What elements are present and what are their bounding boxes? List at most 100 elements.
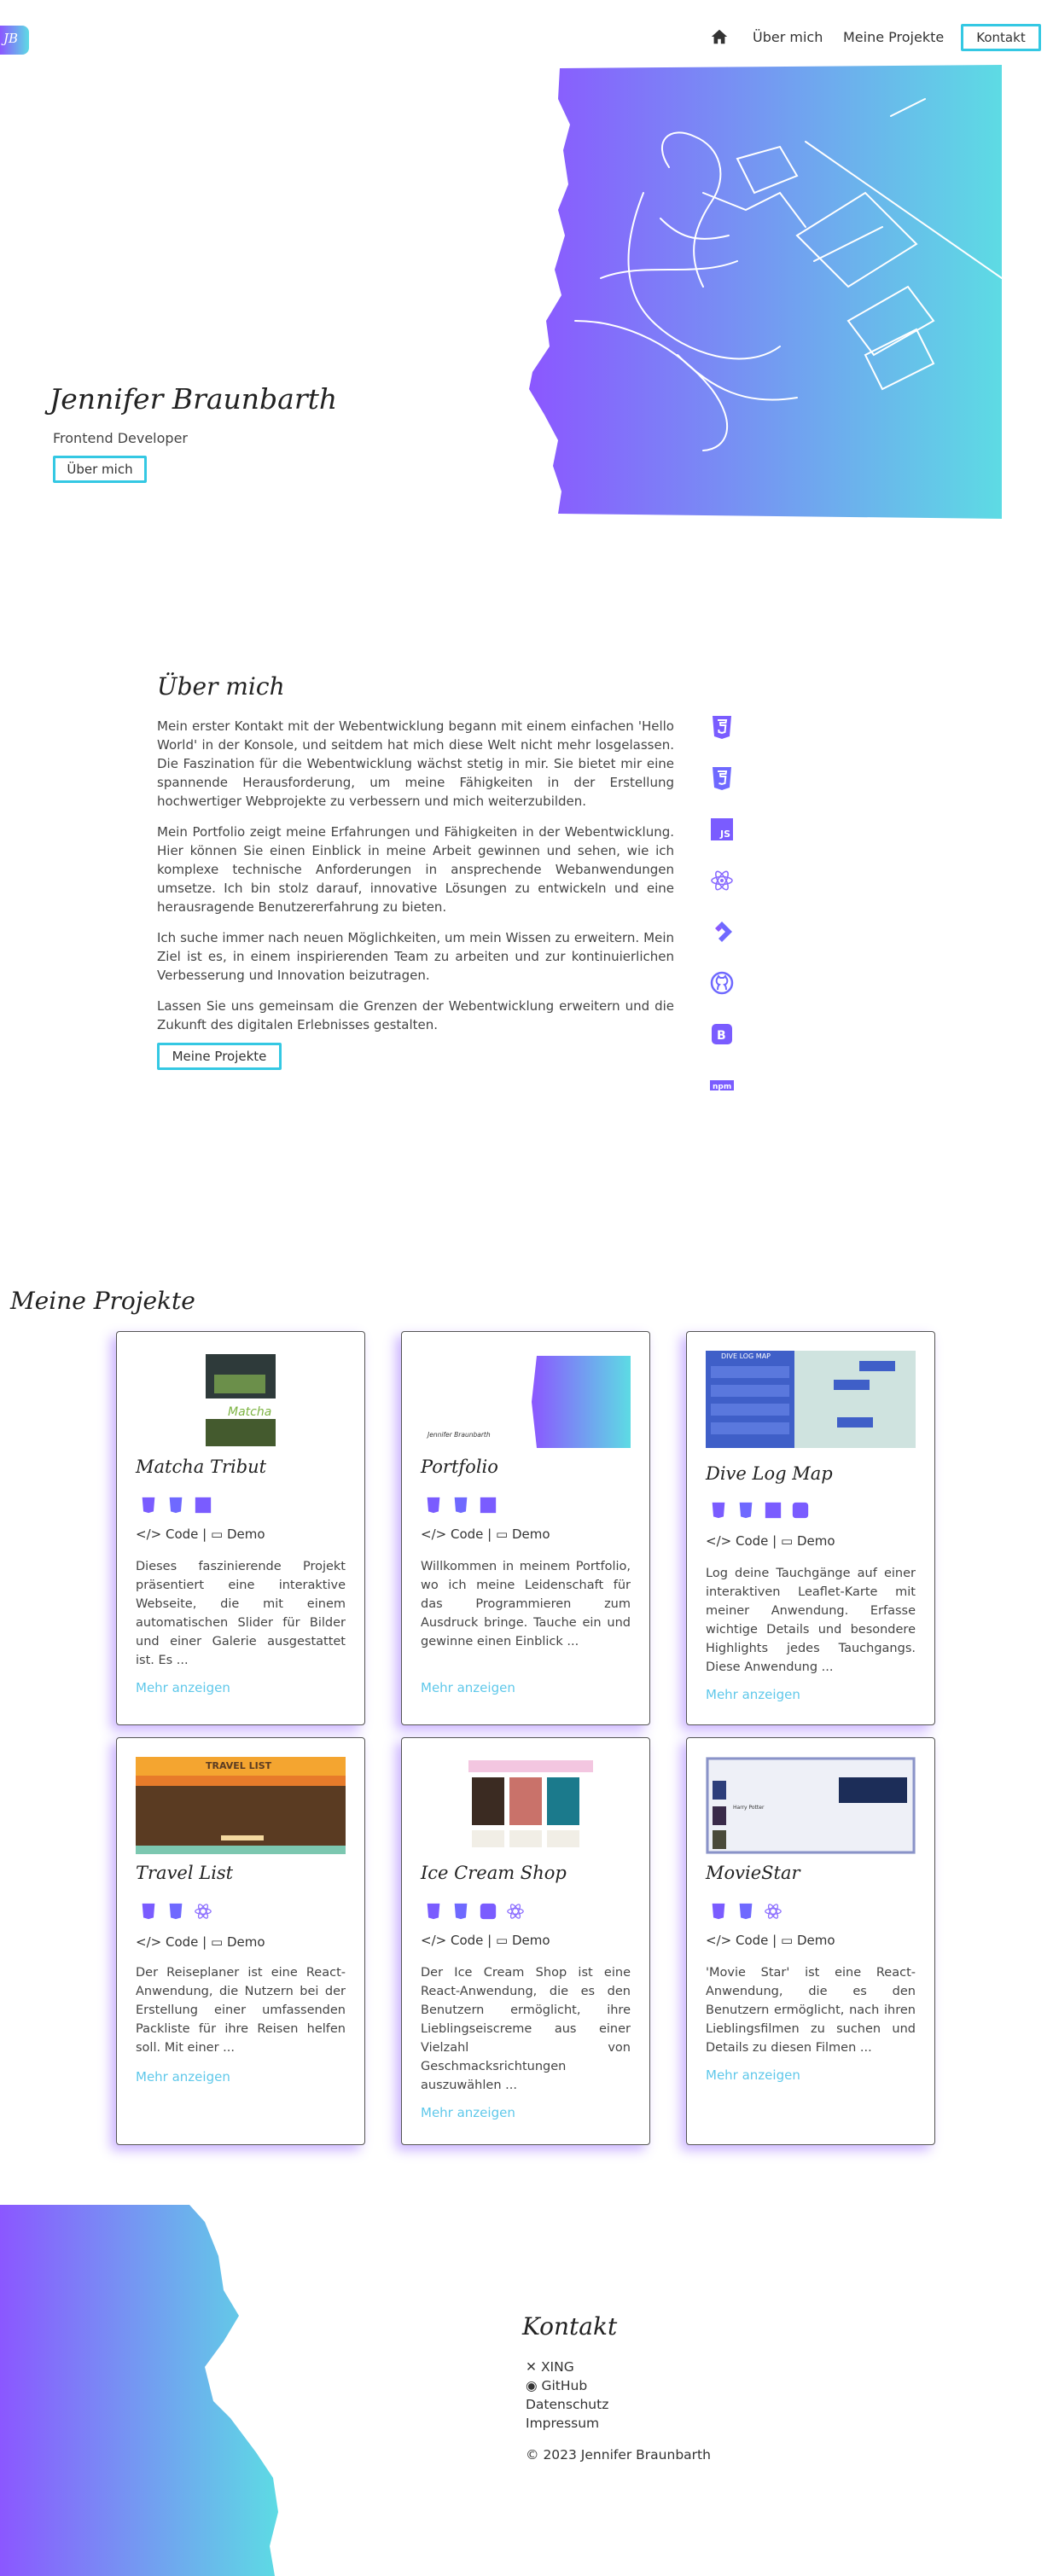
react-icon <box>506 1902 525 1921</box>
laptop-icon[interactable]: ▭ <box>781 1533 793 1549</box>
css3-icon <box>736 1902 755 1921</box>
demo-link[interactable]: Demo <box>512 1526 550 1542</box>
link-separator: | <box>772 1933 777 1948</box>
link-separator: | <box>487 1933 492 1948</box>
show-more-link[interactable]: Mehr anzeigen <box>421 1680 515 1695</box>
github-link[interactable]: ◉ GitHub <box>526 2378 587 2393</box>
show-more-link[interactable]: Mehr anzeigen <box>706 1687 800 1702</box>
project-screenshot-label: DIVE LOG MAP <box>721 1352 771 1360</box>
javascript-icon: JS <box>711 818 733 840</box>
code-icon[interactable]: </> <box>706 1533 731 1549</box>
html5-icon <box>709 1902 728 1921</box>
hero-about-button[interactable]: Über mich <box>53 456 147 483</box>
tech-icons <box>424 1902 525 1921</box>
show-more-link[interactable]: Mehr anzeigen <box>136 1680 230 1695</box>
jira-icon <box>715 922 732 942</box>
javascript-icon <box>764 1501 782 1520</box>
css3-icon <box>451 1496 470 1515</box>
css3-icon <box>451 1902 470 1921</box>
tech-icons <box>424 1496 497 1515</box>
project-screenshot[interactable] <box>136 1351 346 1448</box>
code-link[interactable]: Code <box>736 1933 768 1948</box>
xing-label[interactable]: XING <box>541 2359 574 2375</box>
show-more-link[interactable]: Mehr anzeigen <box>421 2105 515 2120</box>
code-link[interactable]: Code <box>451 1526 483 1542</box>
project-card-portfolio: Jennifer Braunbarth Portfolio </> Code |… <box>401 1331 650 1725</box>
laptop-icon[interactable]: ▭ <box>781 1933 793 1948</box>
nav-projects[interactable]: Meine Projekte <box>843 29 944 45</box>
project-screenshot-label: Matcha <box>228 1405 272 1419</box>
html5-icon <box>139 1902 158 1921</box>
demo-link[interactable]: Demo <box>797 1933 835 1948</box>
code-icon[interactable]: </> <box>421 1526 446 1542</box>
demo-link[interactable]: Demo <box>227 1526 265 1542</box>
project-title: MovieStar <box>706 1863 800 1883</box>
copyright: © 2023 Jennifer Braunbarth <box>526 2447 711 2463</box>
project-screenshot[interactable] <box>136 1757 346 1854</box>
about-paragraph-3: Ich suche immer nach neuen Möglichkeiten… <box>157 930 674 983</box>
code-link[interactable]: Code <box>166 1934 198 1950</box>
javascript-icon <box>194 1496 212 1515</box>
svg-text:B: B <box>717 1029 726 1043</box>
code-link[interactable]: Code <box>451 1933 483 1948</box>
github-label[interactable]: GitHub <box>541 2378 587 2393</box>
demo-link[interactable]: Demo <box>512 1933 550 1948</box>
link-separator: | <box>772 1533 777 1549</box>
imprint-link[interactable]: Impressum <box>526 2416 599 2431</box>
project-description: Der Reiseplaner ist eine React-Anwendung… <box>136 1966 346 2055</box>
project-description: Willkommen in meinem Portfolio, wo ich m… <box>421 1560 631 1649</box>
bootstrap-icon <box>791 1501 810 1520</box>
tech-icons <box>139 1496 212 1515</box>
laptop-icon[interactable]: ▭ <box>496 1933 508 1948</box>
project-card-matcha: Matcha Matcha Tribut </> Code | ▭ Demo D… <box>116 1331 365 1725</box>
html5-icon <box>709 1501 728 1520</box>
react-icon <box>764 1902 782 1921</box>
svg-text:npm: npm <box>713 1083 731 1091</box>
project-card-icecream: Ice Cream Shop </> Code | ▭ Demo Der Ice… <box>401 1737 650 2145</box>
demo-link[interactable]: Demo <box>227 1934 265 1950</box>
show-more-link[interactable]: Mehr anzeigen <box>706 2067 800 2083</box>
privacy-link[interactable]: Datenschutz <box>526 2397 608 2412</box>
show-more-link[interactable]: Mehr anzeigen <box>136 2069 230 2085</box>
html5-icon <box>424 1496 443 1515</box>
laptop-icon[interactable]: ▭ <box>211 1934 223 1950</box>
home-icon[interactable] <box>710 27 729 46</box>
hero-illustration <box>529 65 1002 519</box>
about-projects-button[interactable]: Meine Projekte <box>157 1043 282 1070</box>
code-icon[interactable]: </> <box>136 1526 161 1542</box>
project-links: </> Code | ▭ Demo <box>706 1933 835 1948</box>
project-screenshot[interactable] <box>706 1351 916 1448</box>
project-screenshot-label: TRAVEL LIST <box>206 1760 272 1771</box>
html5-icon <box>139 1496 158 1515</box>
project-title: Matcha Tribut <box>136 1457 267 1477</box>
link-separator: | <box>202 1934 207 1950</box>
tech-icons <box>709 1501 810 1520</box>
project-screenshot-label: Jennifer Braunbarth <box>428 1431 491 1439</box>
nav-about[interactable]: Über mich <box>753 29 823 45</box>
laptop-icon[interactable]: ▭ <box>211 1526 223 1542</box>
xing-link[interactable]: ✕ XING <box>526 2359 574 2375</box>
code-icon[interactable]: </> <box>421 1933 446 1948</box>
link-separator: | <box>487 1526 492 1542</box>
bootstrap-icon <box>479 1902 497 1921</box>
npm-icon: npm <box>710 1080 734 1091</box>
code-icon[interactable]: </> <box>706 1933 731 1948</box>
code-icon[interactable]: </> <box>136 1934 161 1950</box>
laptop-icon[interactable]: ▭ <box>496 1526 508 1542</box>
copyright-icon: © <box>526 2447 539 2463</box>
project-title: Travel List <box>136 1863 234 1883</box>
project-links: </> Code | ▭ Demo <box>136 1934 265 1950</box>
logo[interactable]: JB <box>0 26 29 55</box>
demo-link[interactable]: Demo <box>797 1533 835 1549</box>
project-card-divelog: DIVE LOG MAP Dive Log Map </> Code | ▭ D… <box>686 1331 935 1725</box>
code-link[interactable]: Code <box>736 1533 768 1549</box>
code-link[interactable]: Code <box>166 1526 198 1542</box>
project-card-travellist: TRAVEL LIST Travel List </> Code | ▭ Dem… <box>116 1737 365 2145</box>
project-title: Ice Cream Shop <box>421 1863 567 1883</box>
svg-text:JS: JS <box>719 829 730 840</box>
project-description: 'Movie Star' ist eine React-Anwendung, d… <box>706 1966 916 2055</box>
tech-icons <box>139 1902 212 1921</box>
nav-contact-button[interactable]: Kontakt <box>961 24 1041 51</box>
project-description: Dieses faszinierende Projekt präsentiert… <box>136 1560 346 1667</box>
project-screenshot[interactable] <box>421 1757 631 1854</box>
